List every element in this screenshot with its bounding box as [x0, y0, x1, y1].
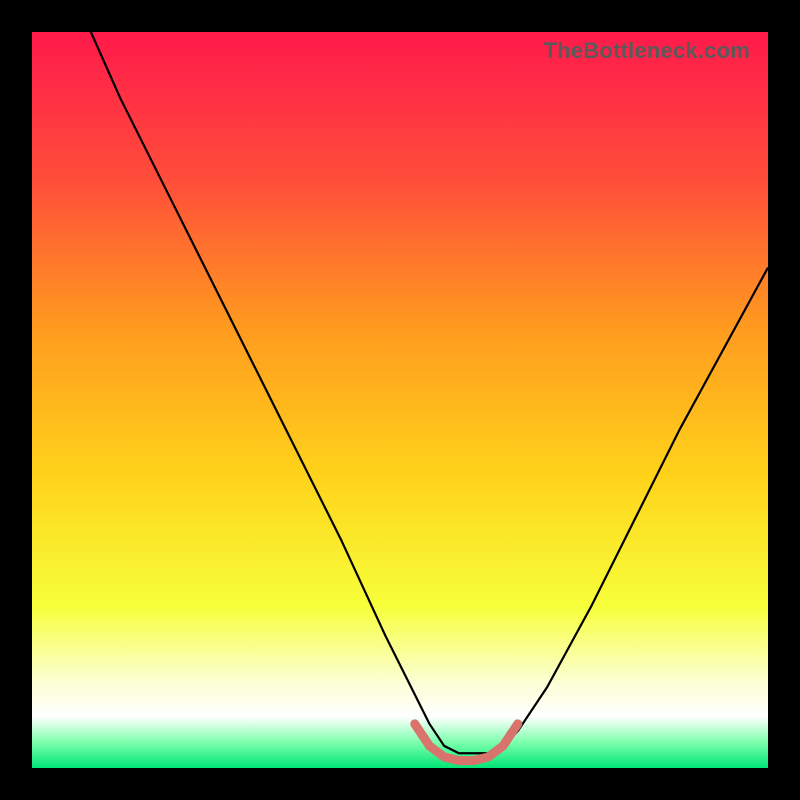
watermark: TheBottleneck.com [544, 38, 750, 64]
chart-svg [32, 32, 768, 768]
chart-frame: TheBottleneck.com [32, 32, 768, 768]
